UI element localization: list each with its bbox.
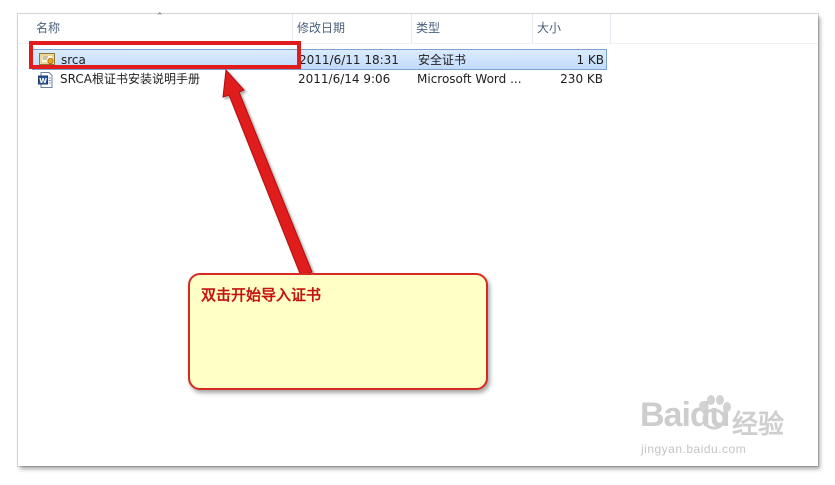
baidu-watermark: Baidu 经验 jingyan.baidu.com — [640, 392, 810, 472]
instruction-callout: 双击开始导入证书 — [188, 273, 488, 390]
baidu-paw-icon — [699, 395, 731, 430]
watermark-url: jingyan.baidu.com — [641, 442, 747, 456]
watermark-brand-cn: 经验 — [732, 409, 785, 439]
callout-text: 双击开始导入证书 — [201, 286, 322, 304]
